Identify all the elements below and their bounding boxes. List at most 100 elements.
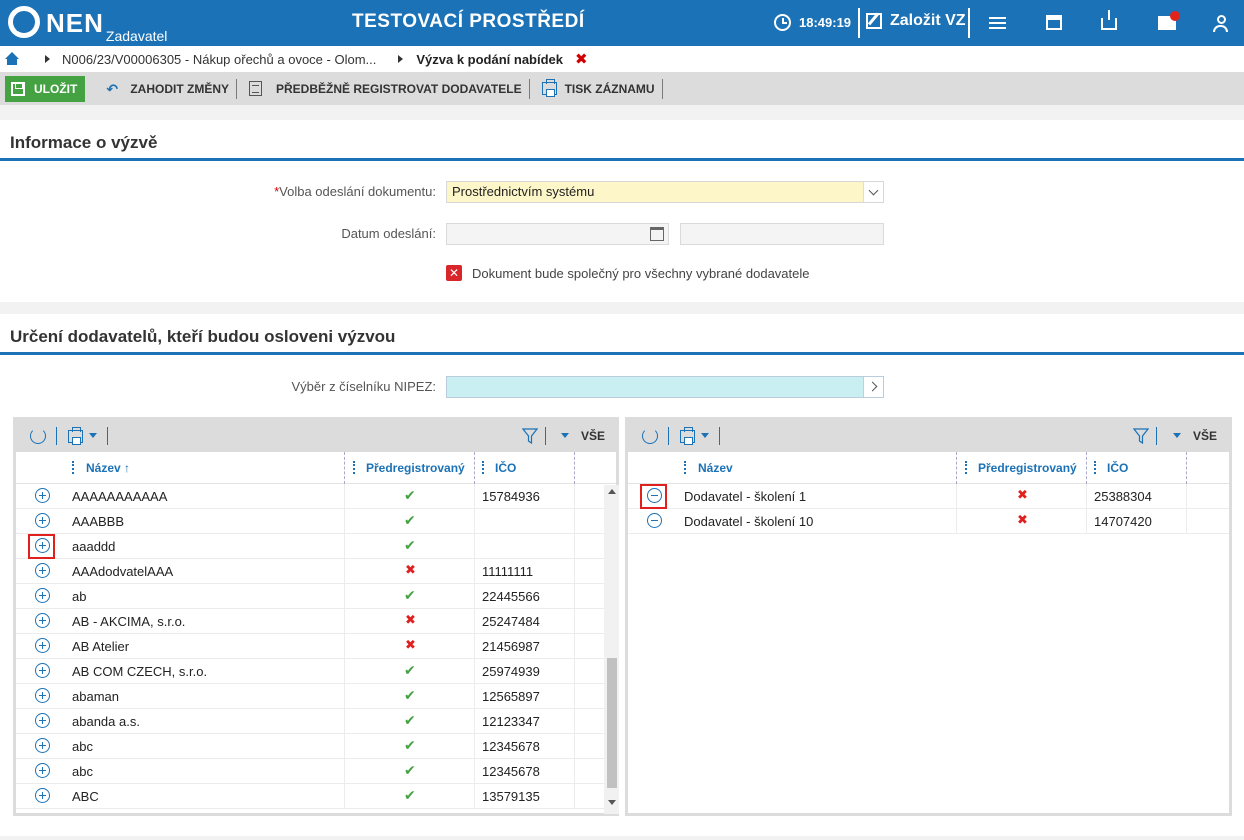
table-row: AB - AKCIMA, s.r.o. ✖ 25247484 (16, 609, 604, 634)
add-supplier-icon[interactable] (35, 688, 50, 703)
cell-divider (344, 759, 345, 784)
calendar-icon[interactable] (650, 227, 664, 241)
column-name[interactable]: Název (698, 461, 733, 475)
scrollbar-thumb[interactable] (607, 658, 617, 788)
column-menu-icon[interactable] (1094, 461, 1097, 474)
add-supplier-icon[interactable] (35, 713, 50, 728)
cross-icon: ✖ (405, 637, 416, 652)
add-supplier-icon[interactable] (35, 513, 50, 528)
home-icon[interactable] (5, 52, 19, 66)
column-ico[interactable]: IČO (495, 461, 516, 475)
cell-divider (574, 659, 575, 684)
discard-changes-button[interactable]: ↶ ZAHODIT ZMĚNY (99, 78, 236, 100)
cell-divider (1086, 509, 1087, 534)
user-icon[interactable] (1213, 15, 1235, 37)
chevron-down-icon[interactable] (1173, 433, 1181, 438)
discard-label: ZAHODIT ZMĚNY (130, 81, 229, 96)
dropdown-button[interactable] (863, 182, 883, 202)
calendar-icon[interactable] (1046, 15, 1062, 30)
column-ico[interactable]: IČO (1107, 461, 1128, 475)
chevron-right-icon (867, 381, 878, 392)
view-all-toggle[interactable]: VŠE (581, 429, 605, 443)
column-menu-icon[interactable] (482, 461, 485, 474)
check-icon: ✔ (404, 762, 416, 778)
column-menu-icon[interactable] (965, 461, 968, 474)
nipez-open-button[interactable] (863, 377, 883, 397)
column-preregistered[interactable]: Předregistrovaný (978, 461, 1077, 475)
column-menu-icon[interactable] (684, 461, 687, 474)
filter-icon[interactable] (1133, 428, 1149, 444)
add-supplier-icon[interactable] (35, 613, 50, 628)
column-preregistered[interactable]: Předregistrovaný (366, 461, 465, 475)
supplier-ico: 12565897 (482, 689, 540, 704)
preregister-supplier-button[interactable]: PŘEDBĚŽNĚ REGISTROVAT DODAVATELE (237, 78, 529, 100)
supplier-name: AB - AKCIMA, s.r.o. (72, 614, 186, 629)
cross-icon: ✖ (405, 612, 416, 627)
create-vz-button[interactable]: Založit VZ (866, 12, 966, 30)
cell-divider (474, 634, 475, 659)
column-name[interactable]: Název ↑ (86, 461, 130, 475)
close-tab-icon[interactable]: ✖ (575, 50, 588, 68)
add-supplier-icon[interactable] (35, 488, 50, 503)
supplier-ico: 11111111 (482, 564, 534, 579)
selection-highlight (640, 484, 667, 509)
vertical-scrollbar[interactable] (604, 485, 619, 814)
logo-text: NEN (46, 8, 104, 38)
cell-divider (574, 634, 575, 659)
add-supplier-icon[interactable] (35, 738, 50, 753)
view-all-toggle[interactable]: VŠE (1193, 429, 1217, 443)
check-icon: ✔ (404, 787, 416, 803)
column-menu-icon[interactable] (353, 461, 356, 474)
breadcrumb: N006/23/V00006305 - Nákup ořechů a ovoce… (0, 46, 1244, 72)
scroll-up-icon[interactable] (608, 489, 616, 494)
table-row: abc ✔ 12345678 (16, 734, 604, 759)
chevron-down-icon[interactable] (701, 433, 709, 438)
supplier-name: AAAdodvatelAAA (72, 564, 174, 579)
scroll-down-icon[interactable] (608, 800, 616, 805)
column-divider (956, 452, 957, 484)
session-clock: 18:49:19 (774, 14, 851, 31)
cell-divider (344, 659, 345, 684)
add-supplier-icon[interactable] (35, 588, 50, 603)
supplier-name: AAAAAAAAAAA (72, 489, 168, 504)
preregister-label: PŘEDBĚŽNĚ REGISTROVAT DODAVATELE (276, 81, 522, 96)
print-record-button[interactable]: TISK ZÁZNAMU (530, 78, 662, 100)
nipez-label: Výběr z číselníku NIPEZ: (291, 379, 437, 394)
add-supplier-icon[interactable] (35, 663, 50, 678)
chevron-down-icon[interactable] (89, 433, 97, 438)
supplier-ico: 12345678 (482, 739, 540, 754)
send-choice-select[interactable]: Prostřednictvím systému (446, 181, 884, 203)
breadcrumb-item-procurement[interactable]: N006/23/V00006305 - Nákup ořechů a ovoce… (62, 52, 376, 67)
remove-supplier-icon[interactable] (647, 513, 662, 528)
add-supplier-icon[interactable] (35, 563, 50, 578)
print-icon[interactable] (680, 427, 695, 445)
save-button[interactable]: ULOŽIT (5, 75, 86, 102)
add-supplier-icon[interactable] (35, 638, 50, 653)
send-time-input[interactable] (680, 223, 884, 245)
nen-logo[interactable]: NEN Zadavatel (8, 6, 167, 44)
send-choice-value: Prostřednictvím systému (452, 184, 595, 199)
print-icon[interactable] (68, 427, 83, 445)
cell-divider (474, 659, 475, 684)
nipez-select-input[interactable] (446, 376, 884, 398)
shared-document-label: Dokument bude společný pro všechny vybra… (472, 266, 810, 281)
add-supplier-icon[interactable] (35, 763, 50, 778)
inbox-icon[interactable] (1101, 10, 1117, 30)
supplier-ico: 21456987 (482, 639, 540, 654)
refresh-icon[interactable] (642, 428, 658, 444)
add-supplier-icon[interactable] (35, 788, 50, 803)
table-row: AB Atelier ✖ 21456987 (16, 634, 604, 659)
top-bar: NEN Zadavatel TESTOVACÍ PROSTŘEDÍ 18:49:… (0, 0, 1244, 46)
refresh-icon[interactable] (30, 428, 46, 444)
cell-divider (344, 709, 345, 734)
filter-icon[interactable] (522, 428, 538, 444)
cell-divider (474, 759, 475, 784)
print-label: TISK ZÁZNAMU (564, 81, 655, 96)
cell-divider (344, 584, 345, 609)
cell-divider (474, 609, 475, 634)
chevron-down-icon[interactable] (561, 433, 569, 438)
column-menu-icon[interactable] (72, 461, 75, 474)
menu-icon[interactable] (989, 14, 1011, 36)
send-date-input[interactable] (446, 223, 669, 245)
shared-document-checkbox[interactable]: ✕ (446, 265, 462, 281)
